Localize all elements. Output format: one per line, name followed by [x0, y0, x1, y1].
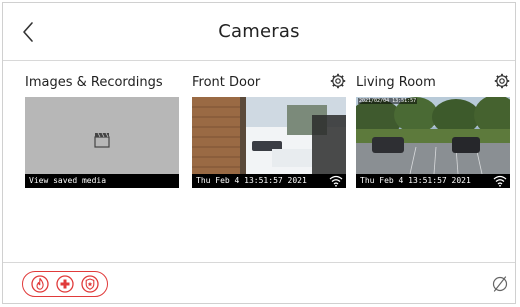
- wifi-icon: [329, 175, 343, 187]
- tile-label: Living Room: [356, 75, 436, 90]
- page-title: Cameras: [218, 21, 300, 42]
- saved-media-thumbnail[interactable]: View saved media: [25, 97, 179, 188]
- thumbnail-caption: View saved media: [25, 174, 179, 188]
- medical-cross-icon[interactable]: [56, 275, 74, 293]
- tile-label: Front Door: [192, 75, 261, 90]
- emergency-buttons-group: [22, 271, 108, 297]
- gear-icon[interactable]: [494, 73, 510, 89]
- thumbnail-timestamp: Thu Feb 4 13:51:57 2021: [356, 174, 510, 188]
- thumbnail-timestamp: Thu Feb 4 13:51:57 2021: [192, 174, 346, 188]
- police-badge-icon[interactable]: [81, 275, 99, 293]
- fire-icon[interactable]: [31, 275, 49, 293]
- living-room-live-thumbnail[interactable]: 2021/02/04 13:51:57 Thu Feb 4 13:51:57 2…: [356, 97, 510, 188]
- cameras-screen: Cameras Images & Recordings View saved m…: [2, 2, 516, 304]
- footer-divider: [3, 262, 515, 263]
- header: Cameras: [3, 3, 515, 61]
- camera-timestamp-stamp: 2021/02/04 13:51:57: [358, 98, 418, 104]
- no-sync-icon[interactable]: [491, 275, 509, 293]
- wifi-icon: [493, 175, 507, 187]
- gear-icon[interactable]: [330, 73, 346, 89]
- tile-label: Images & Recordings: [25, 75, 163, 90]
- front-door-live-thumbnail[interactable]: Thu Feb 4 13:51:57 2021: [192, 97, 346, 188]
